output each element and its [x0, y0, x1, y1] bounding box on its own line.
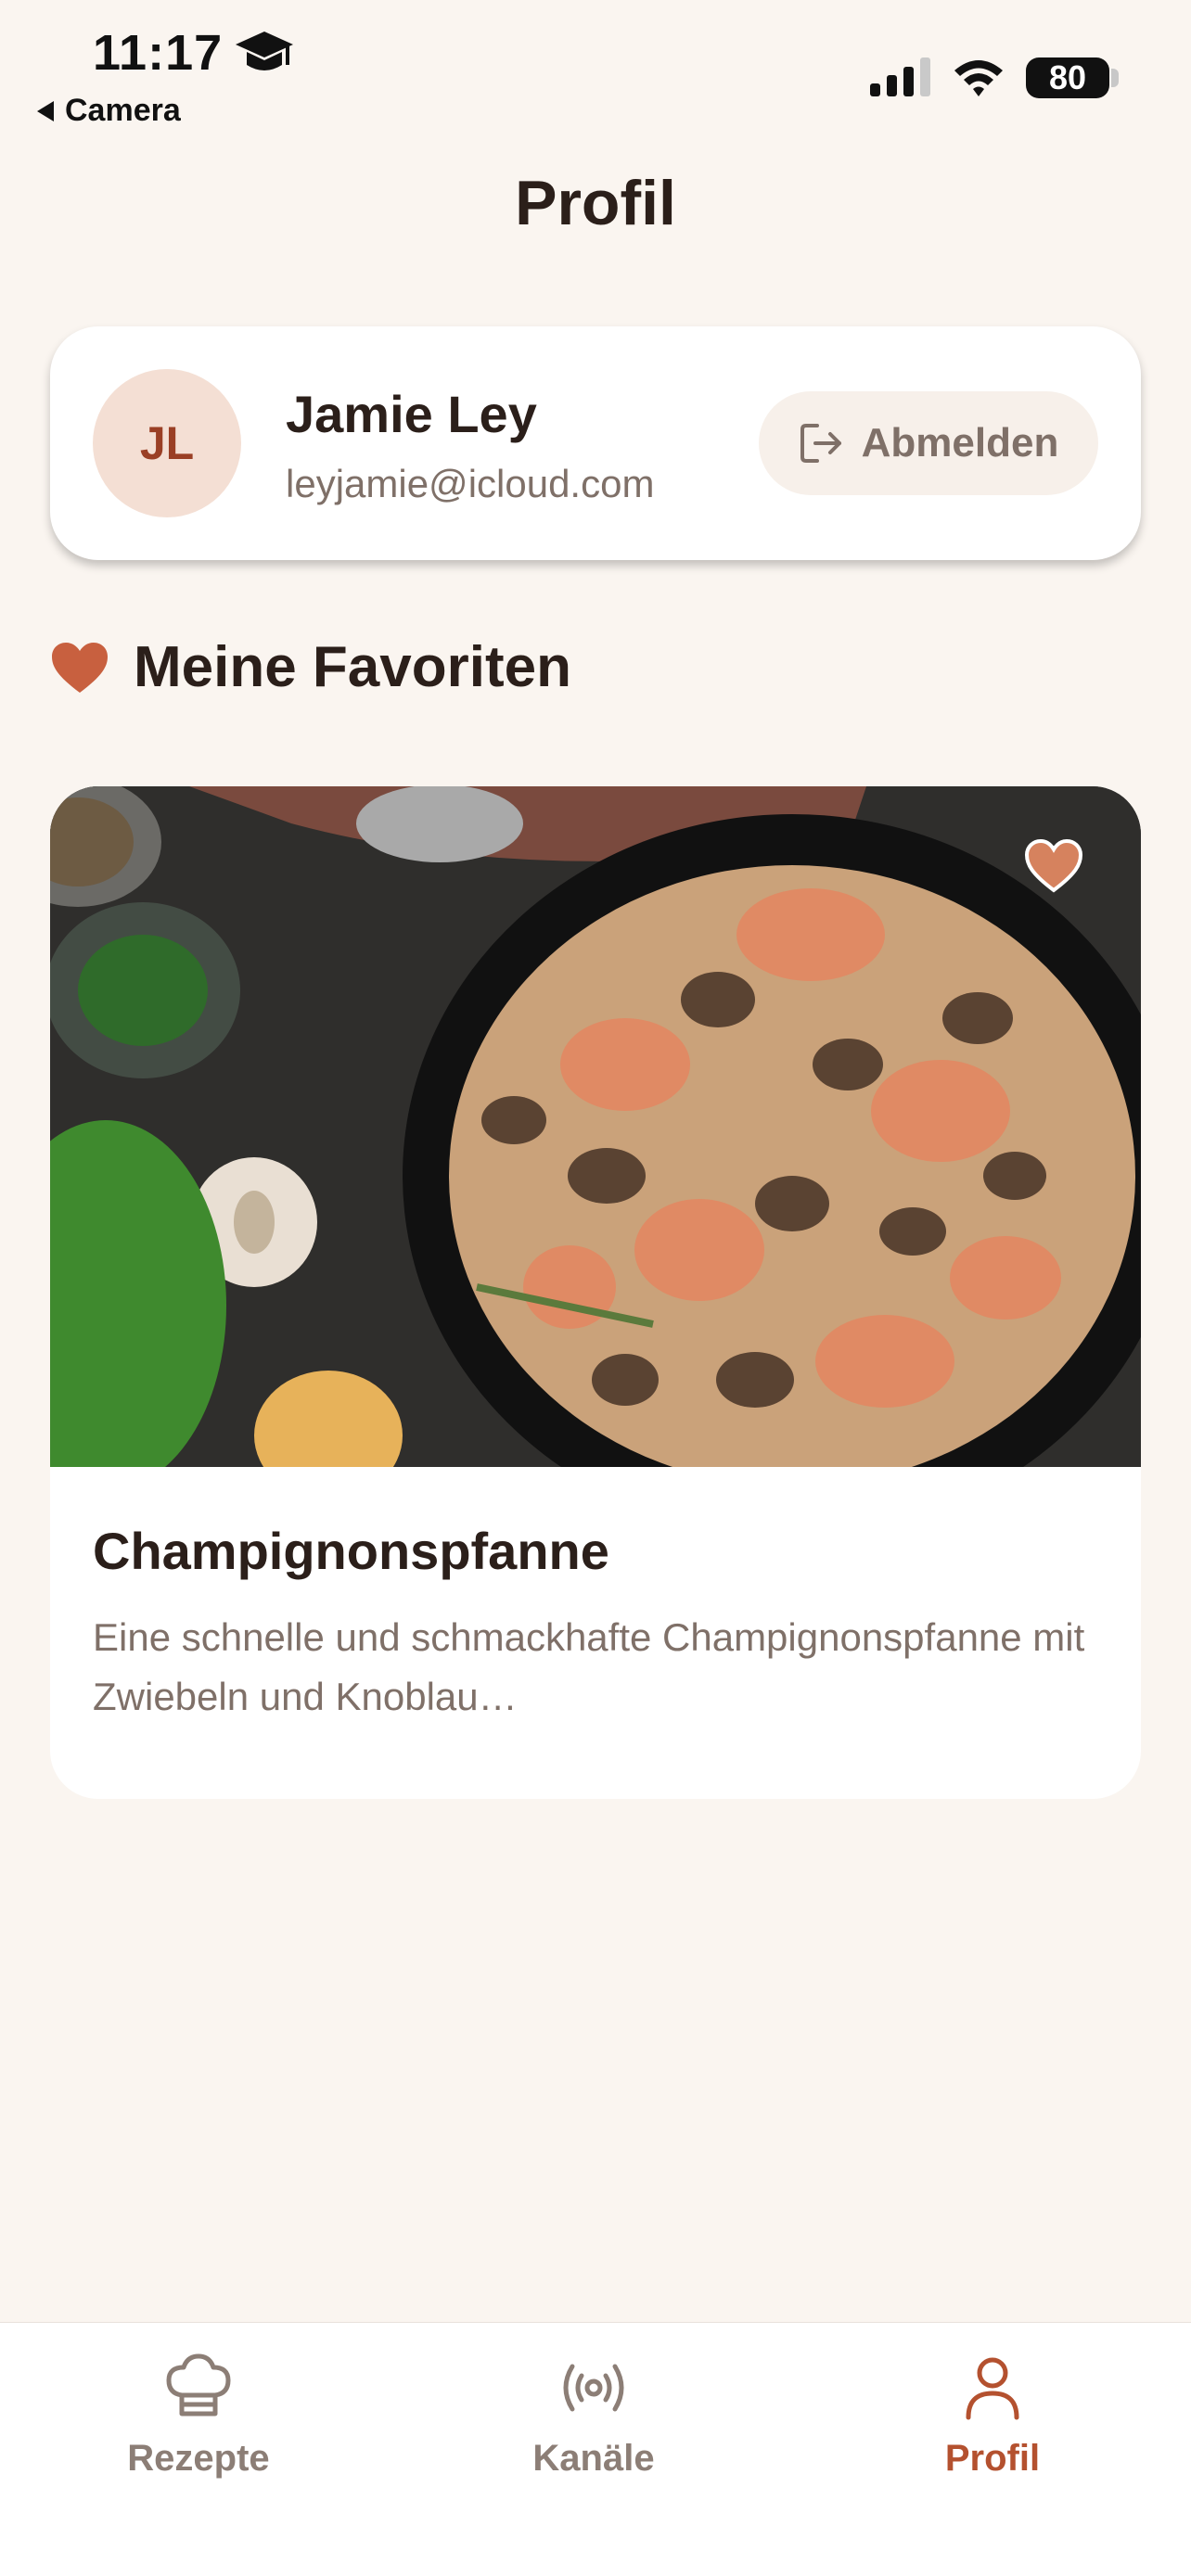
broadcast-icon — [563, 2364, 624, 2412]
user-email: leyjamie@icloud.com — [286, 462, 655, 505]
back-to-camera-link[interactable]: Camera — [37, 93, 181, 129]
logout-icon — [800, 424, 841, 463]
tab-label-profil: Profil — [944, 2438, 1041, 2479]
person-icon — [966, 2357, 1019, 2420]
status-bar: 11:17 Camera 80 — [0, 0, 1191, 139]
recipe-description: Eine schnelle und schmackhafte Champigno… — [93, 1615, 1085, 1718]
back-link-label: Camera — [65, 93, 181, 128]
recipe-card[interactable]: Champignonspfanne Eine schnelle und schm… — [50, 786, 1141, 1799]
avatar: JL — [93, 369, 241, 517]
recipe-title: Champignonspfanne — [93, 1522, 609, 1580]
tab-kanaele[interactable]: Kanäle — [455, 2351, 733, 2490]
favorites-heading: Meine Favoriten — [50, 634, 571, 700]
tab-bar: Rezepte Kanäle Profil — [0, 2322, 1191, 2576]
logout-button[interactable]: Abmelden — [759, 391, 1098, 495]
graduation-cap-icon — [236, 32, 293, 70]
logout-label: Abmelden — [861, 420, 1059, 465]
chef-hat-icon — [166, 2353, 231, 2417]
wifi-icon — [954, 60, 1003, 96]
favorite-toggle-heart-icon[interactable] — [1024, 838, 1083, 894]
status-time: 11:17 — [93, 25, 224, 81]
recipe-image — [50, 786, 1141, 1467]
cellular-signal-icon — [870, 57, 930, 96]
page-title: Profil — [515, 168, 676, 238]
back-arrow-icon — [37, 100, 54, 121]
favorites-title: Meine Favoriten — [134, 635, 571, 699]
profile-card: JL Jamie Ley leyjamie@icloud.com Abmelde… — [50, 326, 1141, 560]
tab-profil[interactable]: Profil — [853, 2351, 1132, 2490]
tab-label-rezepte: Rezepte — [127, 2438, 270, 2479]
battery-cap — [1111, 69, 1119, 87]
tab-label-kanaele: Kanäle — [532, 2438, 655, 2479]
user-name: Jamie Ley — [286, 385, 537, 443]
battery-indicator: 80 — [1026, 57, 1109, 98]
tab-rezepte[interactable]: Rezepte — [59, 2351, 338, 2490]
heart-icon — [52, 642, 108, 693]
